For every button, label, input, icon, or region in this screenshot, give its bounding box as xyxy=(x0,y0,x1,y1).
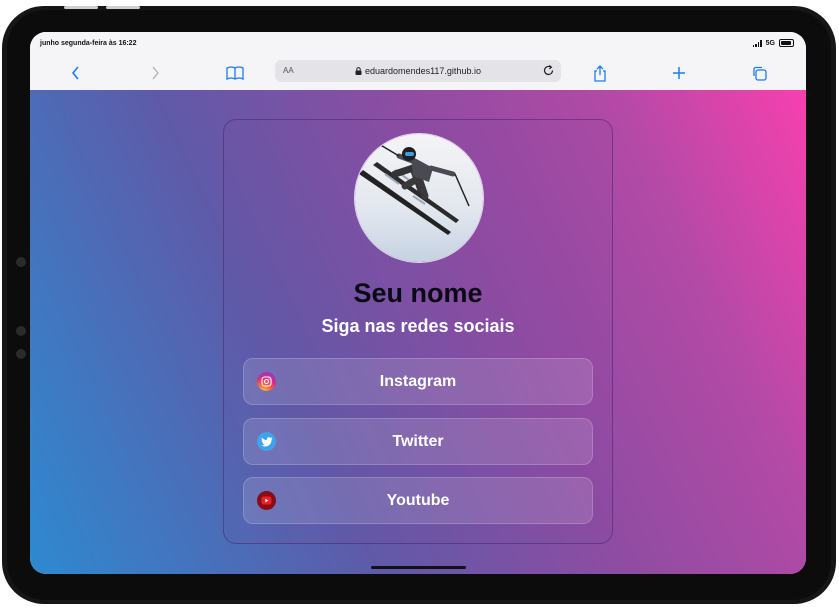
back-icon xyxy=(71,66,79,80)
share-button[interactable] xyxy=(589,62,611,84)
address-bar[interactable]: AA eduardomendes117.github.io xyxy=(275,60,561,82)
tabs-button[interactable] xyxy=(748,62,770,84)
instagram-link-button[interactable]: Instagram xyxy=(243,358,593,405)
back-button[interactable] xyxy=(65,62,87,84)
sensor-dot xyxy=(16,349,26,359)
reload-icon[interactable] xyxy=(542,64,555,77)
web-content: Seu nome Siga nas redes sociais Instagra… xyxy=(30,90,806,574)
signal-icon xyxy=(752,39,762,47)
avatar xyxy=(354,133,484,263)
address-url: eduardomendes117.github.io xyxy=(275,66,561,76)
status-time: junho segunda-feira às 16:22 xyxy=(40,40,137,47)
camera-dot xyxy=(16,257,26,267)
profile-card: Seu nome Siga nas redes sociais Instagra… xyxy=(223,119,613,544)
bookmarks-button[interactable] xyxy=(224,62,246,84)
twitter-label: Twitter xyxy=(392,433,444,450)
twitter-link-button[interactable]: Twitter xyxy=(243,418,593,465)
lock-icon xyxy=(355,67,362,75)
status-bar: junho segunda-feira às 16:22 5G xyxy=(30,32,806,56)
profile-name: Seu nome xyxy=(353,278,483,308)
youtube-link-button[interactable]: Youtube xyxy=(243,477,593,524)
bookmarks-icon xyxy=(226,66,244,80)
instagram-label: Instagram xyxy=(379,373,457,390)
share-icon xyxy=(594,64,606,82)
sensor-dot xyxy=(16,326,26,336)
screen: junho segunda-feira às 16:22 5G AA eduar… xyxy=(30,32,806,574)
url-text: eduardomendes117.github.io xyxy=(365,66,481,76)
home-indicator[interactable] xyxy=(371,566,466,569)
forward-icon xyxy=(152,66,159,80)
battery-icon xyxy=(779,39,794,47)
profile-tagline: Siga nas redes sociais xyxy=(321,316,515,336)
browser-toolbar: AA eduardomendes117.github.io xyxy=(30,56,806,91)
new-tab-button[interactable] xyxy=(668,62,690,84)
network-label: 5G xyxy=(765,39,775,47)
youtube-label: Youtube xyxy=(386,492,450,509)
tabs-icon xyxy=(752,66,767,81)
forward-button[interactable] xyxy=(144,62,166,84)
new-tab-icon xyxy=(673,67,685,79)
volume-button xyxy=(64,6,98,9)
power-button xyxy=(106,6,140,9)
skier-photo xyxy=(355,134,483,262)
status-indicators: 5G xyxy=(752,39,794,47)
